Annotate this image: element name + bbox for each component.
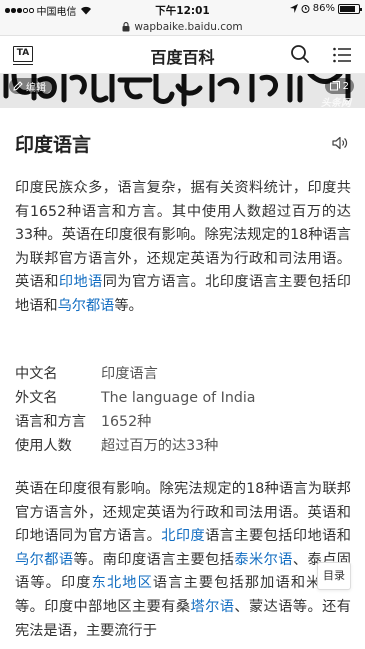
album-button[interactable]: 2 [324,78,354,94]
search-icon[interactable] [290,44,310,64]
body-text-2: 语言主要包括印地语和 [205,528,351,545]
info-row: 使用人数 超过百万的达33种 [15,434,351,458]
url-bar[interactable]: wapbaike.baidu.com [0,18,365,36]
info-key: 中文名 [15,366,58,382]
article-banner[interactable]: 编辑 2 头条网 [0,74,365,108]
battery-icon [338,3,362,14]
baike-logo-icon[interactable]: TA [13,46,33,65]
info-key: 使用人数 [15,438,72,454]
status-right: 86% [289,3,362,14]
link-santali[interactable]: 塔尔语 [191,599,235,615]
album-count: 2 [342,80,349,92]
image-watermark: 头条网 [321,98,351,108]
info-value: 超过百万的达33种 [101,438,219,454]
banner-script-image [0,74,365,108]
battery-percent: 86% [312,3,335,14]
info-key: 外文名 [15,390,58,406]
summary-paragraph: 印度民族众多，语言复杂，据有关资料统计，印度共有1652种语言和方言。其中使用人… [15,177,351,319]
status-bar: 中国电信 下午12:01 86% [0,0,365,18]
pencil-icon [13,81,23,91]
alarm-icon [301,5,310,13]
summary-text-3: 等。 [114,297,143,314]
info-value: 印度语言 [101,366,158,382]
link-urdu[interactable]: 乌尔都语 [58,298,115,314]
edit-label: 编辑 [26,82,46,94]
info-value: The language of India [101,390,256,406]
info-row: 语言和方言 1652种 [15,410,351,434]
lock-icon [122,21,130,31]
link-northeast[interactable]: 东北地区 [92,575,153,591]
edit-button[interactable]: 编辑 [9,78,52,94]
link-hindi[interactable]: 印地语 [59,274,103,290]
body-text-3: 等。南印度语言主要包括 [73,551,235,568]
menu-icon[interactable] [333,47,351,63]
toc-button[interactable]: 目录 [317,562,351,590]
link-north-india[interactable]: 北印度 [161,528,205,544]
battery-fill [340,5,356,12]
info-key: 语言和方言 [15,414,86,430]
info-value: 1652种 [101,414,152,430]
info-row: 中文名 印度语言 [15,362,351,386]
gallery-icon [329,81,340,91]
info-row: 外文名 The language of India [15,386,351,410]
link-urdu-2[interactable]: 乌尔都语 [15,552,74,568]
speaker-icon[interactable] [332,136,348,150]
location-icon [289,4,298,13]
header-title: 百度百科 [150,48,215,67]
body-paragraph: 英语在印度很有影响。除宪法规定的18种语言为联邦官方语言外，还规定英语为行政和司… [15,478,351,643]
link-tamil[interactable]: 泰米尔语 [234,552,293,568]
title-row: 印度语言 [0,108,365,168]
info-box: 中文名 印度语言 外文名 The language of India 语言和方言… [15,362,351,458]
app-header: TA 百度百科 [0,36,365,74]
url-text: wapbaike.baidu.com [134,20,243,33]
article-title: 印度语言 [15,134,92,156]
